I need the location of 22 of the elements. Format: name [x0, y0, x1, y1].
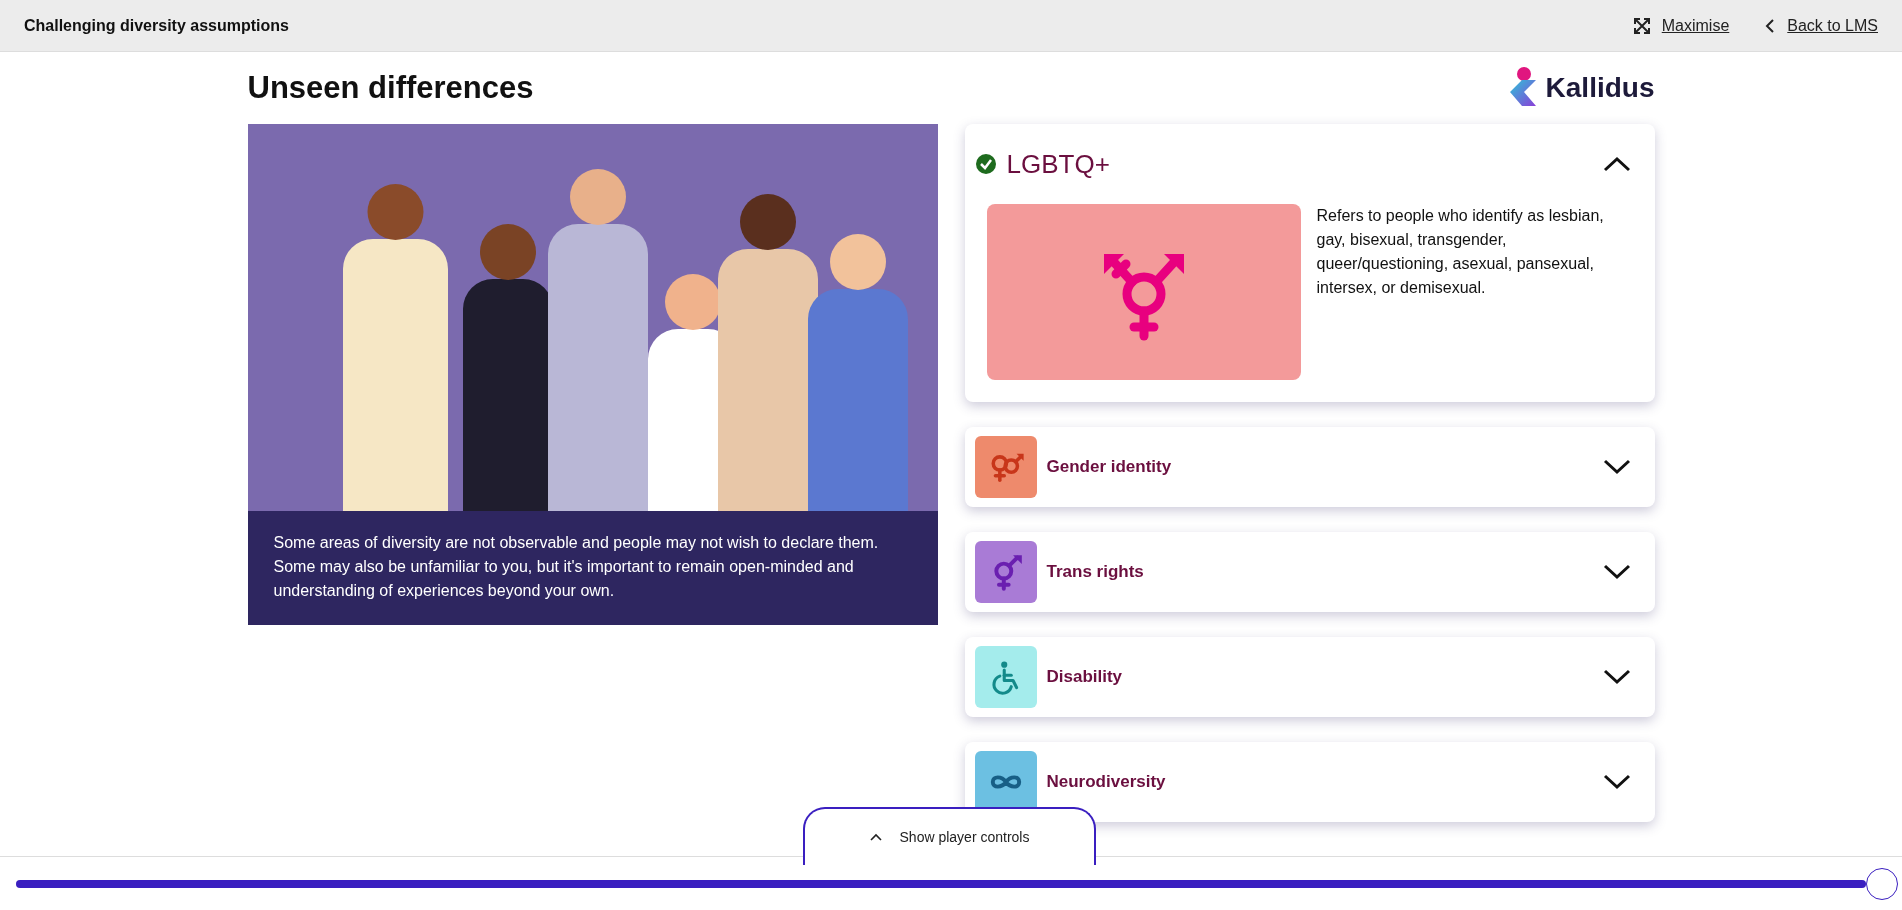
back-icon[interactable] [1765, 18, 1776, 33]
maximise-icon[interactable] [1633, 17, 1650, 34]
chevron-down-icon[interactable] [1602, 774, 1631, 790]
progress-handle[interactable] [1866, 867, 1898, 900]
show-controls-button[interactable]: Show player controls [803, 807, 1096, 865]
chevron-up-icon[interactable] [1602, 156, 1631, 172]
accordion-title[interactable]: Gender identity [1046, 457, 1593, 477]
chevron-down-icon[interactable] [1602, 459, 1631, 475]
accordion-title[interactable]: Trans rights [1046, 562, 1593, 582]
back-link[interactable]: Back to LMS [1787, 16, 1878, 35]
caption-text: Some areas of diversity are not observable and people may not wish to declare them. Some may also be unfamiliar to you, but it's important to remain open-minded and understanding of experiences beyond your own. [247, 511, 938, 625]
maximise-link[interactable]: Maximise [1661, 16, 1730, 35]
accordion-title[interactable]: Disability [1046, 667, 1593, 687]
chevron-up-icon [869, 833, 882, 841]
chevron-down-icon[interactable] [1602, 564, 1631, 580]
logo-text: Kallidus [1545, 72, 1655, 104]
course-title: Challenging diversity assumptions [24, 16, 290, 35]
chevron-down-icon[interactable] [1602, 669, 1631, 685]
accordion-title[interactable]: LGBTQ+ [1006, 148, 1593, 180]
accordion-title[interactable]: Neurodiversity [1046, 772, 1593, 792]
page-heading: Unseen differences [247, 70, 534, 106]
description-text: Refers to people who identify as lesbian, gay, bisexual, transgender, queer/questioning, asexual, pansexual, intersex, or demisexual. [1316, 206, 1605, 298]
